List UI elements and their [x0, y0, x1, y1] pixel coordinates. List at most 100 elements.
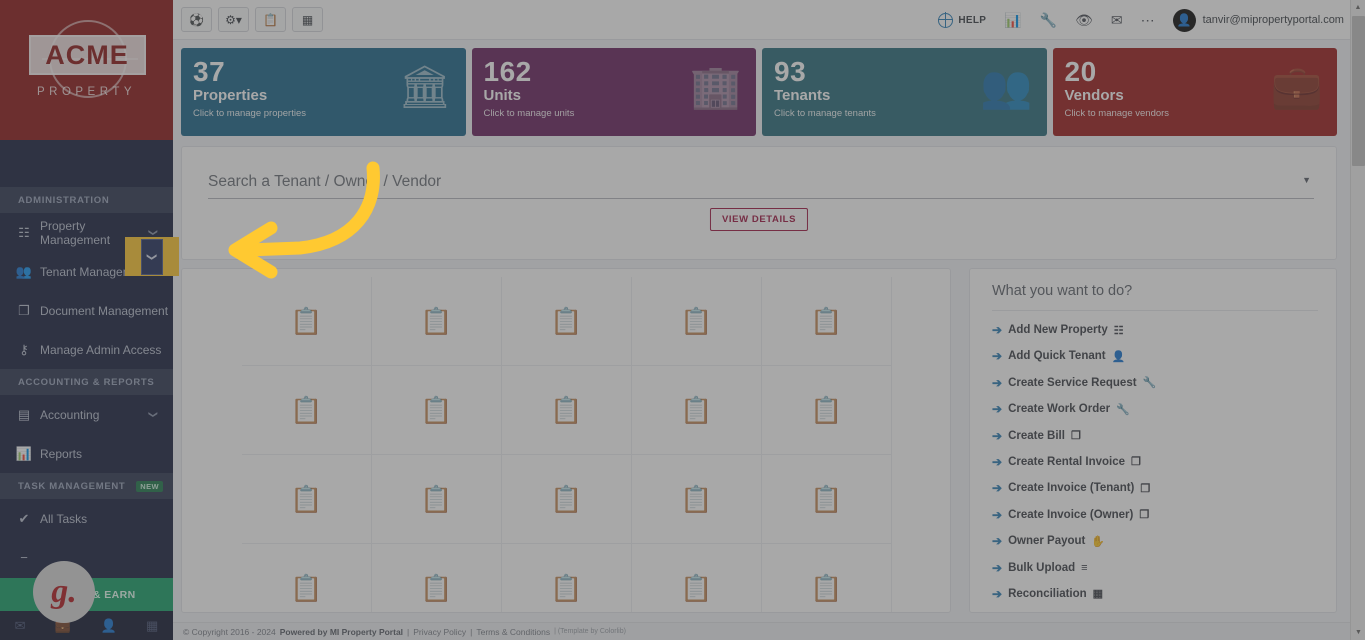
- action-label: Add Quick Tenant: [1008, 350, 1106, 362]
- footer-sep-2: |: [470, 627, 472, 637]
- what-you-want-to-do-panel: What you want to do? ➔Add New Property☷➔…: [969, 268, 1337, 613]
- chevron-down-icon[interactable]: ❯: [148, 411, 159, 419]
- placeholder-cell: 📋: [632, 544, 762, 613]
- help-button[interactable]: HELP: [938, 13, 986, 28]
- action-add-new-property[interactable]: ➔Add New Property☷: [992, 323, 1318, 337]
- sidebar-section-heading: ADMINISTRATION: [0, 187, 173, 213]
- action-list: ➔Add New Property☷➔Add Quick Tenant👤➔Cre…: [992, 311, 1318, 601]
- brand-logo[interactable]: ACME PROPERTY: [0, 0, 173, 140]
- logo-emblem: ACME PROPERTY: [21, 18, 153, 122]
- person-icon[interactable]: 👤: [100, 618, 116, 634]
- stat-card-vendors[interactable]: 20VendorsClick to manage vendors💼: [1053, 48, 1338, 136]
- footer-terms-link[interactable]: Terms & Conditions: [476, 627, 550, 637]
- action-create-rental-invoice[interactable]: ➔Create Rental Invoice❐: [992, 455, 1318, 469]
- sidebar-item-manage-admin-access[interactable]: ⚷Manage Admin Access: [0, 330, 173, 369]
- calculator-icon[interactable]: ▦: [292, 7, 323, 32]
- action-label: Create Rental Invoice: [1008, 456, 1125, 468]
- sidebar-item-reports[interactable]: 📊 Reports: [0, 434, 173, 473]
- briefcase-icon: 💼: [1271, 66, 1323, 108]
- footer: © Copyright 2016 - 2024 Powered by MI Pr…: [173, 622, 1365, 640]
- footer-template-credit: | (Template by Colorlib): [554, 628, 626, 635]
- scroll-up-arrow-icon[interactable]: ▲: [1351, 0, 1365, 15]
- stat-card-units[interactable]: 162UnitsClick to manage units🏢: [472, 48, 757, 136]
- action-label: Owner Payout: [1008, 535, 1085, 547]
- placeholder-cell: 📋: [372, 544, 502, 613]
- action-create-invoice-tenant[interactable]: ➔Create Invoice (Tenant)❐: [992, 481, 1318, 495]
- sidebar-item-document-management[interactable]: ❐Document Management: [0, 291, 173, 330]
- footer-privacy-policy-link[interactable]: Privacy Policy: [413, 627, 466, 637]
- eye-icon[interactable]: 👁: [1075, 12, 1093, 29]
- dashboard-icon[interactable]: ⚽: [181, 7, 212, 32]
- chevron-down-icon[interactable]: ▼: [1302, 175, 1311, 185]
- people-icon: 👥: [12, 264, 36, 280]
- help-label: HELP: [958, 15, 986, 26]
- arrow-right-icon: ➔: [992, 534, 1002, 548]
- sidebar-item-label: Reports: [40, 447, 173, 461]
- placeholder-cell: 📋: [762, 455, 892, 544]
- stat-card-tenants[interactable]: 93TenantsClick to manage tenants👥: [762, 48, 1047, 136]
- scroll-down-arrow-icon[interactable]: ▼: [1351, 625, 1365, 640]
- scrollbar-thumb[interactable]: [1352, 16, 1365, 166]
- bank-icon: 🏛: [398, 66, 451, 108]
- property-management-expand-button[interactable]: ❯: [141, 239, 163, 275]
- sidebar-item-label: Accounting: [40, 408, 149, 422]
- gear-icon[interactable]: ⚙▾: [218, 7, 249, 32]
- new-badge: NEW: [136, 481, 163, 492]
- action-bulk-upload[interactable]: ➔Bulk Upload≡: [992, 561, 1318, 575]
- action-label: Create Invoice (Tenant): [1008, 482, 1134, 494]
- placeholder-grid: 📋📋📋📋📋📋📋📋📋📋📋📋📋📋📋📋📋📋📋📋: [242, 277, 950, 613]
- action-create-work-order[interactable]: ➔Create Work Order🔧: [992, 402, 1318, 416]
- footer-sep-1: |: [407, 627, 409, 637]
- action-owner-payout[interactable]: ➔Owner Payout✋: [992, 534, 1318, 548]
- sidebar-item-accounting[interactable]: ▤ Accounting❯: [0, 395, 173, 434]
- view-details-button[interactable]: VIEW DETAILS: [710, 208, 808, 231]
- placeholder-cell: 📋: [762, 277, 892, 366]
- action-reconciliation[interactable]: ➔Reconciliation▦: [992, 587, 1318, 601]
- sidebar-section-label: ADMINISTRATION: [18, 195, 109, 206]
- bar-chart-icon: 📊: [12, 446, 36, 462]
- arrow-right-icon: ➔: [992, 587, 1002, 601]
- vertical-scrollbar[interactable]: ▲ ▼: [1350, 0, 1365, 640]
- calculator-icon[interactable]: ▦: [146, 618, 158, 634]
- stat-subtitle: Click to manage tenants: [774, 108, 1035, 119]
- chart-icon[interactable]: 📊: [1004, 12, 1021, 29]
- stat-subtitle: Click to manage units: [484, 108, 745, 119]
- mail-icon[interactable]: ✉: [1111, 12, 1123, 29]
- key-icon: ⚷: [12, 342, 36, 358]
- topbar-icon-group: 📊 🔧 👁 ✉ ⋯: [1004, 12, 1154, 29]
- calendar-icon[interactable]: 📋: [255, 7, 286, 32]
- chevron-down-icon[interactable]: ❯: [148, 229, 159, 237]
- stat-card-properties[interactable]: 37PropertiesClick to manage properties🏛: [181, 48, 466, 136]
- placeholder-cell: 📋: [372, 455, 502, 544]
- placeholder-cell: 📋: [372, 366, 502, 455]
- note-icon: 📋: [810, 484, 842, 515]
- building-icon: ☷: [12, 225, 36, 241]
- action-create-invoice-owner[interactable]: ➔Create Invoice (Owner)❐: [992, 508, 1318, 522]
- wrench-icon[interactable]: 🔧: [1040, 12, 1057, 29]
- action-create-bill[interactable]: ➔Create Bill❐: [992, 429, 1318, 443]
- envelope-icon[interactable]: ✉: [15, 618, 26, 634]
- placeholder-cell: 📋: [242, 455, 372, 544]
- arrow-right-icon: ➔: [992, 402, 1002, 416]
- apartment-icon: 🏢: [690, 66, 742, 108]
- search-input[interactable]: [208, 171, 1314, 199]
- more-icon[interactable]: ⋯: [1141, 12, 1155, 29]
- placeholder-grid-panel: 📋📋📋📋📋📋📋📋📋📋📋📋📋📋📋📋📋📋📋📋: [181, 268, 951, 613]
- action-label: Create Service Request: [1008, 377, 1136, 389]
- user-menu[interactable]: 👤 tanvir@mipropertyportal.com ▾: [1173, 9, 1355, 32]
- wrench-icon: 🔧: [1116, 403, 1130, 416]
- placeholder-cell: 📋: [502, 366, 632, 455]
- placeholder-cell: 📋: [372, 277, 502, 366]
- note-icon: 📋: [810, 573, 842, 604]
- action-create-service-request[interactable]: ➔Create Service Request🔧: [992, 376, 1318, 390]
- people-icon: 👥: [980, 66, 1032, 108]
- action-label: Reconciliation: [1008, 588, 1087, 600]
- placeholder-cell: 📋: [242, 277, 372, 366]
- action-add-quick-tenant[interactable]: ➔Add Quick Tenant👤: [992, 349, 1318, 363]
- sidebar-item-all-tasks[interactable]: ✔All Tasks: [0, 499, 173, 538]
- copy-icon: ❐: [1131, 455, 1141, 468]
- arrow-right-icon: ➔: [992, 508, 1002, 522]
- money-icon: ▤: [12, 407, 36, 423]
- sidebar-item-label: All Tasks: [40, 512, 173, 526]
- highlight-box: ❯: [125, 237, 179, 276]
